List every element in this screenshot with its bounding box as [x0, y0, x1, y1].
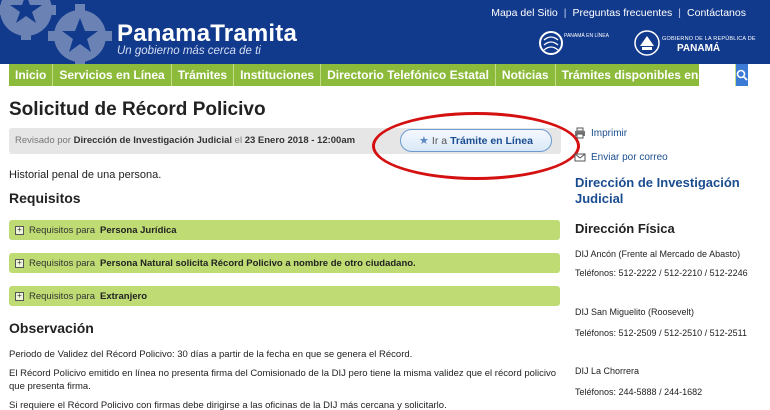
print-label: Imprimir: [591, 127, 628, 139]
link-contact[interactable]: Contáctanos: [687, 7, 746, 19]
site-tagline: Un gobierno más cerca de ti: [117, 45, 261, 57]
nav-noticias[interactable]: Noticias: [496, 64, 556, 86]
requisito-prefix: Requisitos para: [29, 224, 96, 236]
site-header: PanamaTramita Un gobierno más cerca de t…: [0, 0, 770, 64]
logo2-small-text: GOBIERNO DE LA REPÚBLICA DE: [662, 36, 756, 42]
envelope-icon: [574, 153, 586, 162]
office-name: DIJ San Miguelito (Roosevelt): [575, 307, 695, 317]
printer-icon: [575, 127, 585, 139]
separator: |: [563, 7, 567, 19]
requisito-prefix: Requisitos para: [29, 290, 96, 302]
logo2-big-text: PANAMÁ: [677, 43, 721, 54]
requisito-label: Persona Natural solicita Récord Policivo…: [100, 257, 416, 269]
office-phones: Teléfonos: 512-2222 / 512-2210 / 512-224…: [575, 268, 748, 278]
requisitos-heading: Requisitos: [9, 190, 81, 206]
search-button[interactable]: [736, 64, 748, 86]
office-phones: Teléfonos: 244-5888 / 244-1682: [575, 387, 703, 397]
reviewed-mid: el: [234, 135, 243, 146]
observacion-2: El Récord Policivo emitido en línea no p…: [9, 368, 557, 392]
expand-plus-icon: +: [15, 258, 24, 268]
observacion-heading: Observación: [9, 320, 94, 336]
requisito-juridica[interactable]: + Requisitos para Persona Jurídica: [9, 220, 560, 240]
email-label: Enviar por correo: [591, 151, 668, 163]
office-name: DIJ La Chorrera: [575, 366, 640, 376]
logo1-text: PANAMÁ EN LÍNEA: [564, 33, 609, 39]
link-faq[interactable]: Preguntas frecuentes: [572, 7, 672, 19]
email-link[interactable]: Enviar por correo: [574, 151, 668, 163]
requisito-prefix: Requisitos para: [29, 257, 96, 269]
expand-plus-icon: +: [15, 291, 24, 301]
observacion-3: Si requiere el Récord Policivo con firma…: [9, 400, 447, 410]
expand-plus-icon: +: [15, 225, 24, 235]
gear-logo-icon: [0, 0, 112, 64]
main-nav: Inicio Servicios en Línea Trámites Insti…: [9, 64, 748, 86]
nav-tramites-disponibles[interactable]: Trámites disponibles en línea: [556, 64, 736, 86]
requisito-label: Extranjero: [100, 290, 148, 302]
observacion-1: Periodo de Validez del Récord Policivo: …: [9, 349, 413, 360]
office-name: DIJ Ancón (Frente al Mercado de Abasto): [575, 249, 741, 259]
requisito-label: Persona Jurídica: [100, 224, 177, 236]
nav-servicios[interactable]: Servicios en Línea: [53, 64, 172, 86]
nav-inicio[interactable]: Inicio: [9, 64, 54, 86]
search-icon: [736, 69, 748, 81]
top-links: Mapa del Sitio | Preguntas frecuentes | …: [491, 7, 746, 19]
office-phones: Teléfonos: 512-2509 / 512-2510 / 512-251…: [575, 328, 747, 338]
link-sitemap[interactable]: Mapa del Sitio: [491, 7, 558, 19]
highlight-circle: [372, 112, 580, 180]
reviewed-org[interactable]: Dirección de Investigación Judicial: [74, 135, 232, 146]
nav-instituciones[interactable]: Instituciones: [234, 64, 322, 86]
requisito-natural[interactable]: + Requisitos para Persona Natural solici…: [9, 253, 560, 273]
page-title: Solicitud de Récord Policivo: [9, 99, 266, 120]
address-heading: Dirección Física: [575, 221, 675, 236]
nav-directorio[interactable]: Directorio Telefónico Estatal: [321, 64, 496, 86]
site-name[interactable]: PanamaTramita: [117, 20, 297, 48]
nav-tramites[interactable]: Trámites: [172, 64, 235, 86]
requisito-extranjero[interactable]: + Requisitos para Extranjero: [9, 286, 560, 306]
print-link[interactable]: Imprimir: [574, 127, 627, 139]
description: Historial penal de una persona.: [9, 169, 162, 181]
org-heading[interactable]: Dirección de Investigación Judicial: [575, 175, 765, 207]
reviewed-date: 23 Enero 2018 - 12:00am: [244, 135, 356, 146]
separator: |: [678, 7, 682, 19]
reviewed-prefix: Revisado por: [15, 135, 71, 146]
